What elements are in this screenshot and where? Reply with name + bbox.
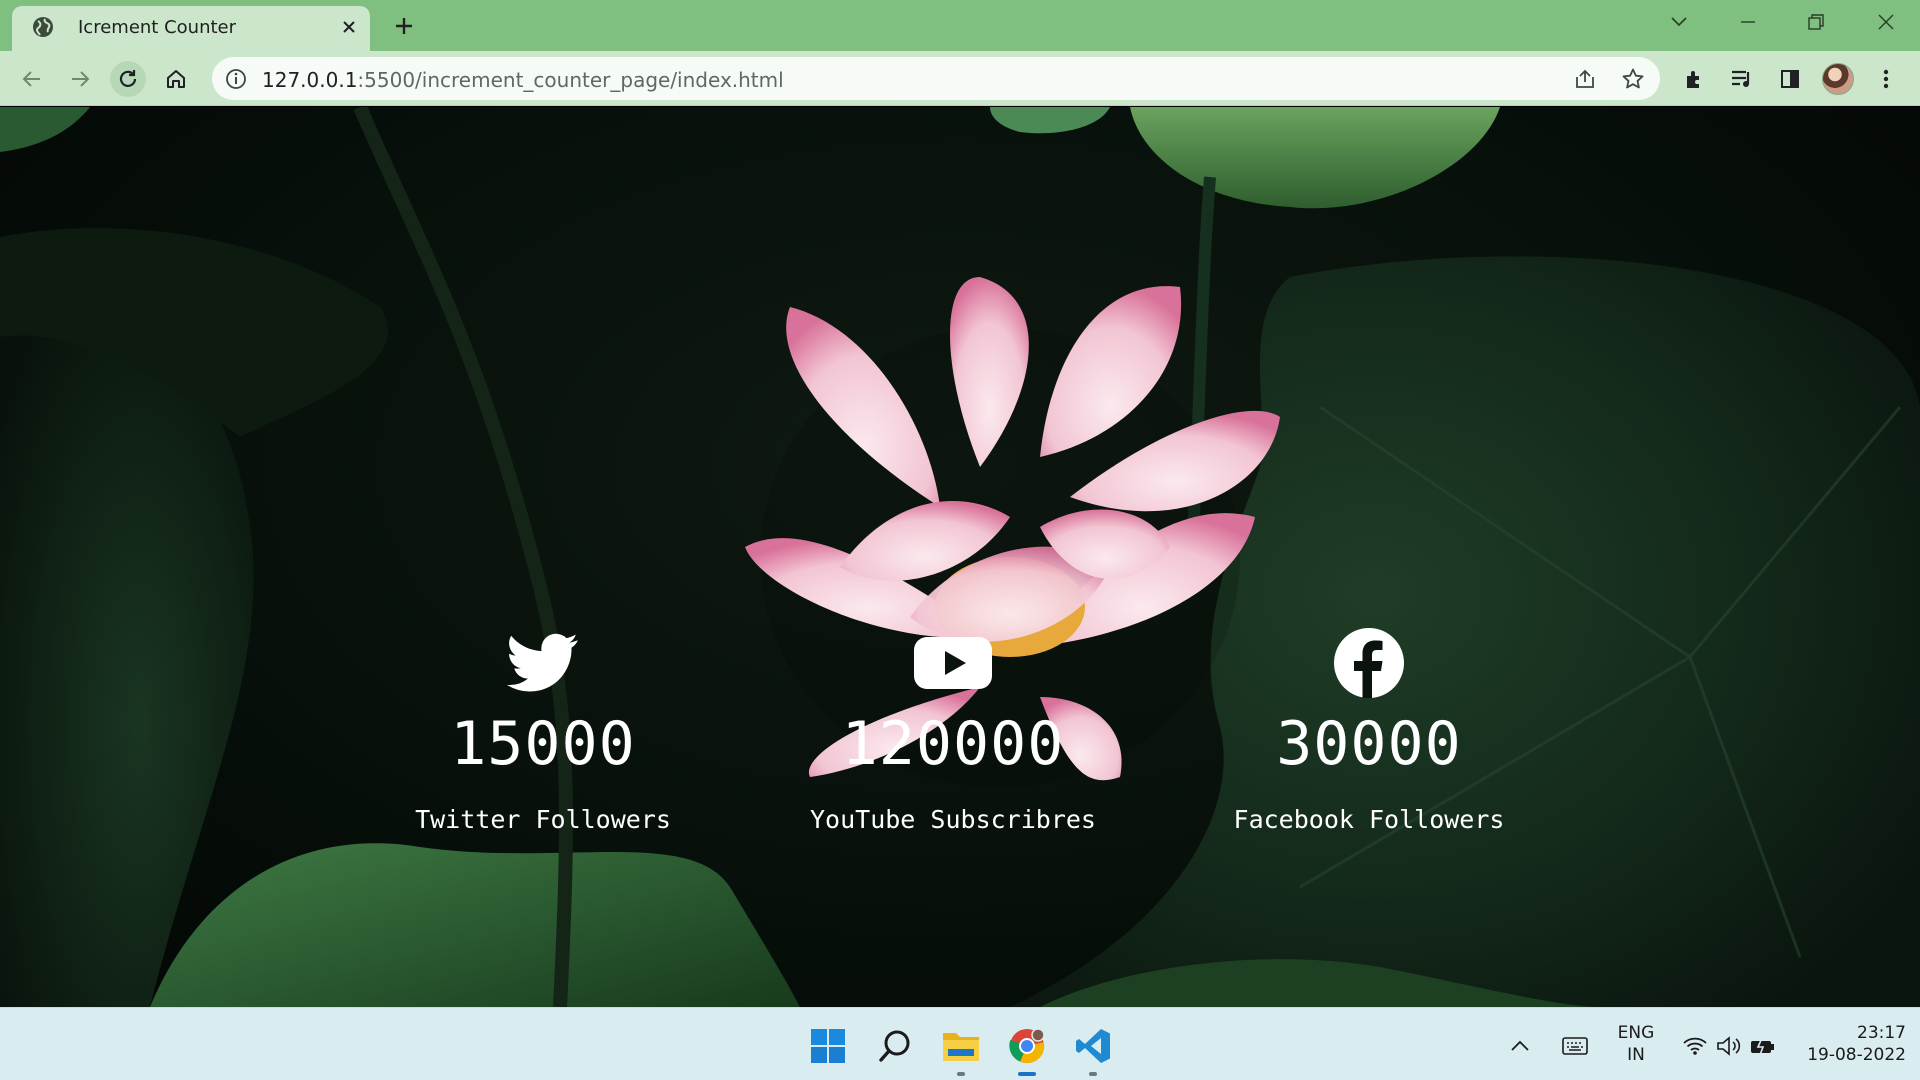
taskbar: ENG IN 23:17 19-08-2022: [0, 1007, 1920, 1080]
youtube-icon: [913, 627, 993, 699]
counter-value: 30000: [1276, 709, 1462, 779]
chrome-icon[interactable]: [1005, 1024, 1049, 1076]
counter-value: 120000: [841, 709, 1065, 779]
media-control-icon[interactable]: [1724, 61, 1760, 97]
counter-value: 15000: [450, 709, 636, 779]
counter-facebook: 30000 Facebook Followers: [1159, 627, 1579, 835]
close-window-icon[interactable]: [1868, 8, 1904, 36]
url-text: 127.0.0.1:5500/increment_counter_page/in…: [262, 68, 784, 92]
side-panel-icon[interactable]: [1772, 61, 1808, 97]
share-icon[interactable]: [1572, 66, 1598, 92]
back-icon[interactable]: [14, 61, 50, 97]
forward-icon[interactable]: [62, 61, 98, 97]
bookmark-star-icon[interactable]: [1620, 66, 1646, 92]
twitter-icon: [503, 627, 583, 699]
counter-label: Facebook Followers: [1233, 805, 1505, 834]
running-indicator: [1089, 1072, 1097, 1076]
minimize-icon[interactable]: [1730, 8, 1766, 36]
counter-label: Twitter Followers: [415, 805, 671, 834]
home-icon[interactable]: [158, 61, 194, 97]
menu-kebab-icon[interactable]: [1868, 61, 1904, 97]
keyboard-icon[interactable]: [1553, 1024, 1597, 1068]
lang-line1: ENG: [1617, 1023, 1655, 1043]
browser-toolbar: 127.0.0.1:5500/increment_counter_page/in…: [0, 51, 1920, 106]
show-hidden-icons-chevron[interactable]: [1498, 1024, 1542, 1068]
search-icon[interactable]: [873, 1024, 917, 1068]
new-tab-icon[interactable]: [390, 12, 418, 40]
start-icon[interactable]: [806, 1024, 850, 1068]
address-bar[interactable]: 127.0.0.1:5500/increment_counter_page/in…: [212, 57, 1660, 100]
page-background: 15000 Twitter Followers 120000 YouTube S…: [0, 107, 1920, 1007]
restore-icon[interactable]: [1798, 8, 1834, 36]
tab-search-chevron-icon[interactable]: [1661, 8, 1697, 36]
counter-label: YouTube Subscribres: [810, 805, 1096, 834]
clock[interactable]: 23:17 19-08-2022: [1786, 1022, 1906, 1066]
site-info-icon[interactable]: [224, 67, 248, 91]
close-tab-icon[interactable]: [336, 14, 362, 40]
globe-icon: [31, 15, 55, 39]
counter-section: 15000 Twitter Followers 120000 YouTube S…: [0, 107, 1920, 1007]
reload-icon[interactable]: [110, 61, 146, 97]
counter-youtube: 120000 YouTube Subscribres: [743, 627, 1163, 835]
extensions-icon[interactable]: [1676, 61, 1712, 97]
file-explorer-icon[interactable]: [939, 1024, 983, 1076]
input-language[interactable]: ENG IN: [1604, 1022, 1668, 1066]
profile-avatar[interactable]: [1822, 63, 1854, 95]
clock-time: 23:17: [1857, 1023, 1906, 1043]
lang-line2: IN: [1627, 1045, 1645, 1065]
tab-title: Icrement Counter: [78, 17, 237, 38]
vscode-icon[interactable]: [1071, 1024, 1115, 1076]
url-path: :5500/increment_counter_page/index.html: [357, 68, 784, 92]
facebook-icon: [1329, 627, 1409, 699]
clock-date: 19-08-2022: [1807, 1045, 1906, 1065]
battery-icon[interactable]: [1741, 1024, 1785, 1068]
running-indicator: [957, 1072, 965, 1076]
browser-tab-strip: Icrement Counter: [0, 0, 1920, 51]
browser-tab[interactable]: Icrement Counter: [12, 6, 370, 51]
counter-twitter: 15000 Twitter Followers: [333, 627, 753, 835]
url-host: 127.0.0.1: [262, 68, 358, 92]
active-indicator: [1018, 1072, 1036, 1076]
